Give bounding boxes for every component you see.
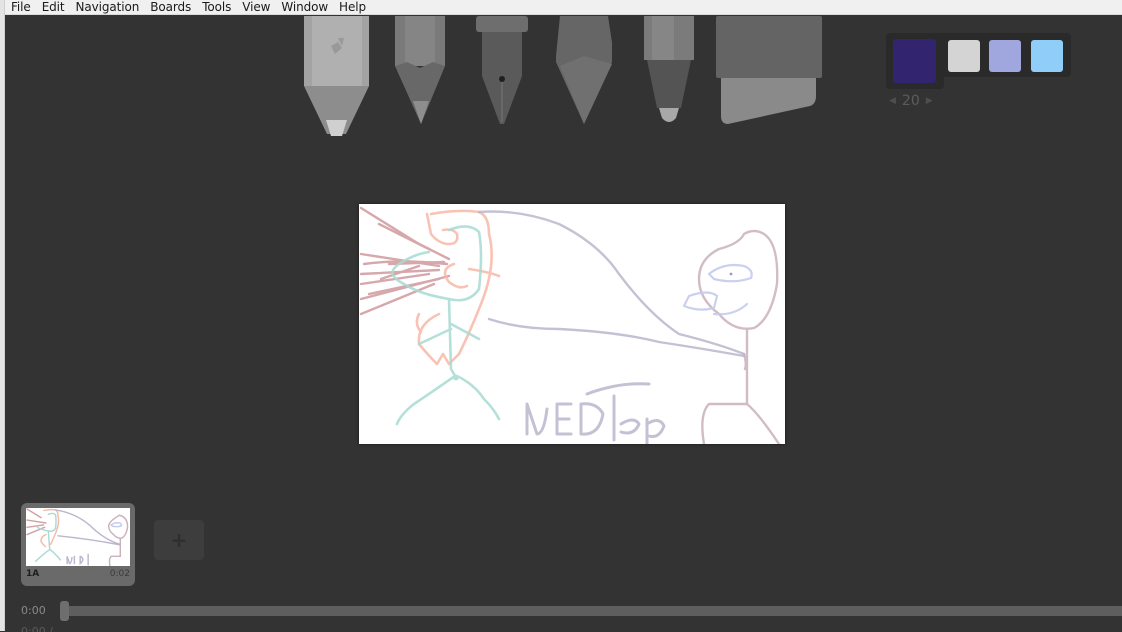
thumbnail-drawing (26, 508, 129, 566)
tool-brush[interactable] (556, 16, 612, 126)
menu-help[interactable]: Help (339, 0, 366, 14)
mauve-figure-strokes (697, 229, 781, 444)
tool-pen[interactable] (474, 16, 530, 126)
add-board-button[interactable]: + (154, 520, 204, 560)
menu-view[interactable]: View (242, 0, 270, 14)
plus-icon: + (170, 528, 188, 552)
board-thumbnail-image (26, 508, 130, 566)
board-label: 1A (26, 569, 40, 579)
brush-size-control: ◀ 20 ▶ (889, 93, 933, 109)
board-duration: 0:02 (109, 569, 130, 579)
menu-navigation[interactable]: Navigation (76, 0, 140, 14)
menu-edit[interactable]: Edit (42, 0, 65, 14)
marker-pen-icon (644, 16, 694, 122)
pencil-icon (395, 16, 445, 124)
timeline-track[interactable] (64, 606, 1122, 616)
fountain-pen-icon (476, 16, 528, 124)
eraser-icon (716, 16, 822, 124)
handwritten-text-strokes (525, 382, 666, 444)
timeline-scrubber-handle[interactable] (60, 601, 69, 621)
canvas-drawing (359, 206, 781, 444)
color-swatch-lavender[interactable] (989, 40, 1021, 72)
tool-eraser[interactable] (716, 16, 824, 126)
increase-size-arrow-icon[interactable]: ▶ (926, 96, 933, 106)
salmon-figure-strokes (415, 209, 501, 366)
tool-pencil[interactable] (395, 16, 447, 126)
menu-tools[interactable]: Tools (202, 0, 231, 14)
drawing-canvas[interactable] (359, 204, 785, 444)
purple-cape-strokes (477, 210, 746, 358)
light-pencil-icon (304, 16, 369, 136)
board-thumbnail-1a[interactable]: 1A 0:02 (21, 503, 135, 586)
tool-note-pen[interactable] (644, 16, 696, 126)
blue-face-strokes (682, 263, 753, 316)
color-swatch-light-gray[interactable] (948, 40, 980, 72)
window-left-edge (0, 0, 5, 631)
timeline-current-time: 0:00 (21, 604, 46, 617)
tool-light-pencil[interactable] (304, 16, 370, 140)
brush-icon (556, 16, 612, 124)
decrease-size-arrow-icon[interactable]: ◀ (889, 96, 896, 106)
menu-bar: File Edit Navigation Boards Tools View W… (5, 0, 1122, 15)
color-swatch-light-blue[interactable] (1031, 40, 1063, 72)
menu-boards[interactable]: Boards (150, 0, 191, 14)
menu-file[interactable]: File (11, 0, 31, 14)
brush-size-value: 20 (901, 93, 920, 109)
primary-color-swatch[interactable] (893, 39, 936, 83)
menu-window[interactable]: Window (281, 0, 328, 14)
workspace: ◀ 20 ▶ 1A 0:02 + 0:00 0:00 / ... (6, 16, 1122, 632)
